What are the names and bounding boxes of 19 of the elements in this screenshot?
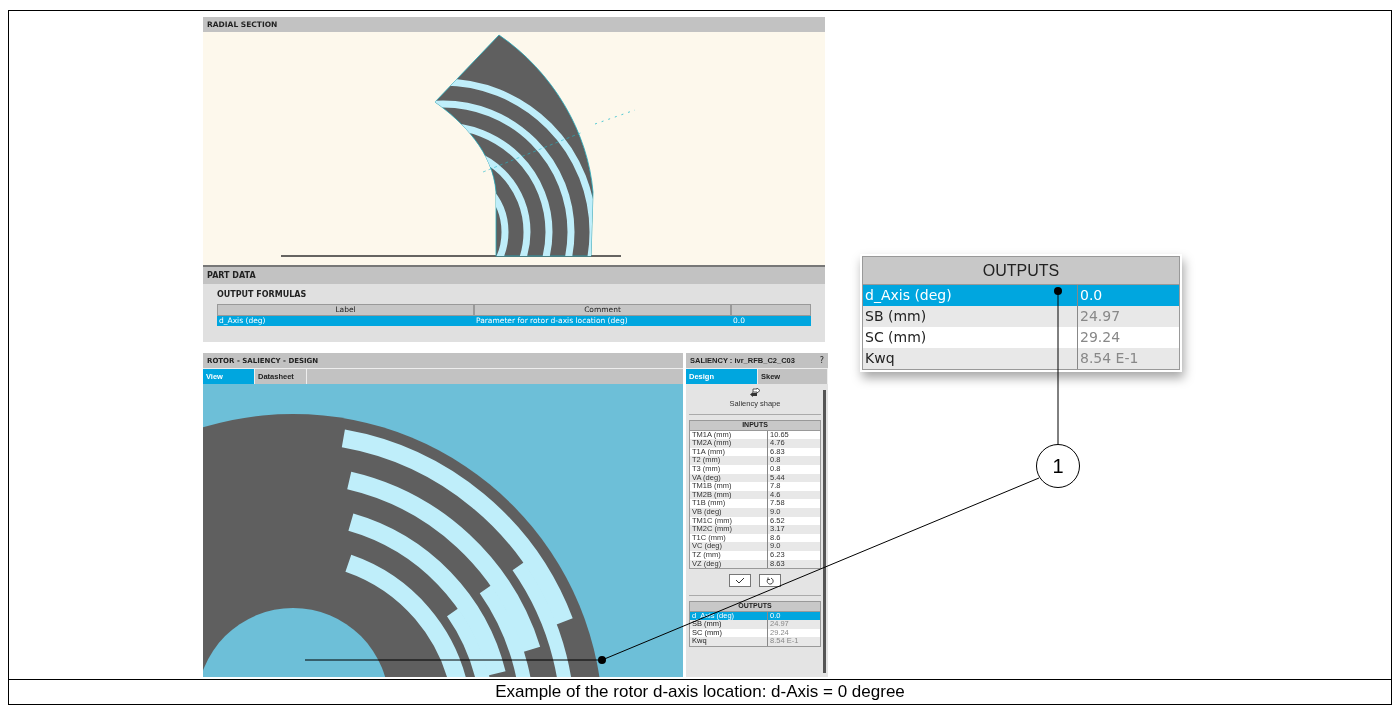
- panel-title: PART DATA: [207, 271, 256, 280]
- callout-number: 1: [1036, 444, 1080, 488]
- figure-caption: Example of the rotor d-axis location: d-Axis = 0 degree: [495, 682, 905, 702]
- reset-button[interactable]: [759, 574, 781, 588]
- help-icon[interactable]: ?: [819, 356, 824, 365]
- table-title: OUTPUTS: [863, 257, 1179, 285]
- row-value: 0.0: [1079, 286, 1104, 305]
- swap-arrows-icon: [749, 388, 761, 398]
- scrollbar[interactable]: [823, 390, 826, 673]
- circular-arrow-icon: [766, 576, 774, 585]
- row-value: 8.54 E-1: [1079, 349, 1140, 368]
- output-row[interactable]: Kwq 8.54 E-1: [863, 348, 1179, 369]
- checkmark-icon: [735, 577, 745, 585]
- section-title: OUTPUT FORMULAS: [217, 290, 308, 299]
- output-row[interactable]: SB (mm) 24.97: [863, 306, 1179, 327]
- row-value: 29.24: [1079, 328, 1122, 347]
- row-label: Kwq: [863, 348, 1078, 369]
- row-value: 24.97: [1079, 307, 1122, 326]
- apply-button[interactable]: [729, 574, 751, 588]
